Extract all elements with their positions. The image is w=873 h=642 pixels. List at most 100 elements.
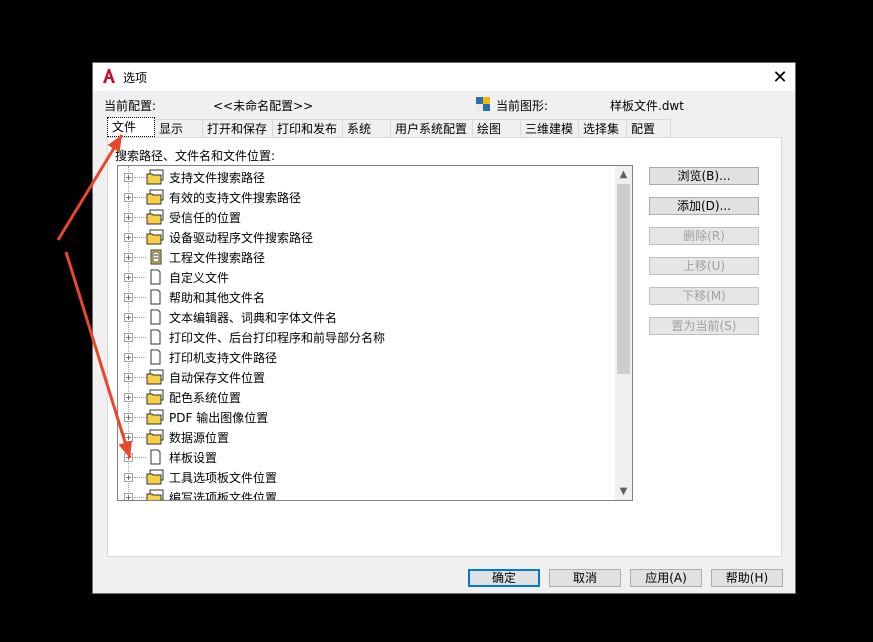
document-icon — [146, 329, 164, 345]
tree-item-label: 帮助和其他文件名 — [169, 291, 266, 305]
tab-open-save[interactable]: 打开和保存 — [203, 119, 273, 137]
document-icon — [146, 309, 164, 325]
folder-stack-icon — [146, 169, 164, 185]
tree-item-label: PDF 输出图像位置 — [169, 411, 269, 425]
expand-plus-icon[interactable]: + — [124, 353, 133, 362]
set-current-button[interactable]: 置为当前(S) — [649, 317, 759, 335]
title-bar[interactable]: 选项 ✕ — [93, 63, 795, 91]
tab-files[interactable]: 文件 — [107, 117, 155, 137]
move-down-button[interactable]: 下移(M) — [649, 287, 759, 305]
window-title: 选项 — [123, 71, 148, 85]
folder-stack-icon — [146, 189, 164, 205]
current-profile-label: 当前配置: — [104, 99, 157, 113]
tree-item-label: 打印文件、后台打印程序和前导部分名称 — [169, 331, 386, 345]
document-icon — [146, 289, 164, 305]
tree-item-label: 自定义文件 — [169, 271, 230, 285]
tree-item[interactable]: + 工程文件搜索路径 — [118, 247, 613, 267]
tab-user-preferences[interactable]: 用户系统配置 — [391, 119, 473, 137]
expand-plus-icon[interactable]: + — [124, 333, 133, 342]
expand-plus-icon[interactable]: + — [124, 273, 133, 282]
tab-profiles[interactable]: 配置 — [627, 119, 671, 137]
tree-item[interactable]: + 受信任的位置 — [118, 207, 613, 227]
scroll-up-icon[interactable]: ▲ — [615, 166, 632, 183]
help-button[interactable]: 帮助(H) — [711, 569, 783, 587]
tree-item[interactable]: + 帮助和其他文件名 — [118, 287, 613, 307]
tab-system[interactable]: 系统 — [343, 119, 391, 137]
close-button[interactable]: ✕ — [765, 63, 795, 91]
tree-connector — [134, 177, 146, 178]
expand-plus-icon[interactable]: + — [124, 413, 133, 422]
tree-item[interactable]: + 编写选项板文件位置 — [118, 487, 613, 501]
apply-button[interactable]: 应用(A) — [630, 569, 702, 587]
expand-plus-icon[interactable]: + — [124, 233, 133, 242]
tree-item[interactable]: + 支持文件搜索路径 — [118, 167, 613, 187]
expand-plus-icon[interactable]: + — [124, 293, 133, 302]
folder-stack-icon — [146, 209, 164, 225]
document-icon — [146, 449, 164, 465]
tree-connector — [134, 437, 146, 438]
scroll-down-icon[interactable]: ▼ — [615, 483, 632, 500]
tab-drafting[interactable]: 绘图 — [473, 119, 521, 137]
tab-selection[interactable]: 选择集 — [579, 119, 627, 137]
tree-item[interactable]: + PDF 输出图像位置 — [118, 407, 613, 427]
tree-item-label: 样板设置 — [169, 451, 218, 465]
tree-connector — [134, 497, 146, 498]
options-dialog: 选项 ✕ 当前配置: <<未命名配置>> 当前图形: 样板文件.dwt 文件 显… — [92, 62, 796, 594]
close-icon: ✕ — [772, 66, 788, 88]
add-button[interactable]: 添加(D)... — [649, 197, 759, 215]
tree-item-label: 数据源位置 — [169, 431, 230, 445]
expand-plus-icon[interactable]: + — [124, 433, 133, 442]
tree-item[interactable]: + 自动保存文件位置 — [118, 367, 613, 387]
tree-connector — [134, 417, 146, 418]
drawing-icon — [476, 97, 490, 111]
tab-3d-modeling[interactable]: 三维建模 — [521, 119, 579, 137]
tree-item-label: 工程文件搜索路径 — [169, 251, 266, 265]
expand-plus-icon[interactable]: + — [124, 373, 133, 382]
expand-plus-icon[interactable]: + — [124, 473, 133, 482]
search-path-tree[interactable]: ▲ ▼ + 支持文件搜索路径 + 有效的支持文件搜索路径 + 受信任的位置 + 设备驱动程序文… — [117, 165, 633, 501]
folder-stack-icon — [146, 429, 164, 445]
tree-item[interactable]: + 样板设置 — [118, 447, 613, 467]
tab-plot-publish[interactable]: 打印和发布 — [273, 119, 343, 137]
folder-stack-icon — [146, 409, 164, 425]
browse-button[interactable]: 浏览(B)... — [649, 167, 759, 185]
tree-connector — [134, 457, 146, 458]
expand-plus-icon[interactable]: + — [124, 313, 133, 322]
tree-scrollbar[interactable]: ▲ ▼ — [615, 166, 632, 500]
folder-stack-icon — [146, 469, 164, 485]
tree-item[interactable]: + 工具选项板文件位置 — [118, 467, 613, 487]
tree-item-label: 打印机支持文件路径 — [169, 351, 278, 365]
expand-plus-icon[interactable]: + — [124, 213, 133, 222]
tree-item[interactable]: + 打印机支持文件路径 — [118, 347, 613, 367]
expand-plus-icon[interactable]: + — [124, 193, 133, 202]
expand-plus-icon[interactable]: + — [124, 453, 133, 462]
current-drawing-label: 当前图形: — [496, 99, 549, 113]
tree-item-label: 编写选项板文件位置 — [169, 491, 278, 501]
remove-button[interactable]: 删除(R) — [649, 227, 759, 245]
tree-connector — [134, 357, 146, 358]
folder-stack-icon — [146, 229, 164, 245]
tree-item[interactable]: + 配色系统位置 — [118, 387, 613, 407]
cancel-button[interactable]: 取消 — [549, 569, 621, 587]
tree-connector — [134, 277, 146, 278]
expand-plus-icon[interactable]: + — [124, 493, 133, 500]
tree-item[interactable]: + 打印文件、后台打印程序和前导部分名称 — [118, 327, 613, 347]
tree-connector — [134, 237, 146, 238]
tree-item[interactable]: + 文本编辑器、词典和字体文件名 — [118, 307, 613, 327]
tree-connector — [134, 217, 146, 218]
ok-button[interactable]: 确定 — [468, 569, 540, 587]
folder-stack-icon — [146, 489, 164, 500]
expand-plus-icon[interactable]: + — [124, 253, 133, 262]
move-up-button[interactable]: 上移(U) — [649, 257, 759, 275]
scroll-thumb[interactable] — [617, 184, 630, 374]
tree-item[interactable]: + 有效的支持文件搜索路径 — [118, 187, 613, 207]
expand-plus-icon[interactable]: + — [124, 393, 133, 402]
tree-item-label: 支持文件搜索路径 — [169, 171, 266, 185]
tab-display[interactable]: 显示 — [155, 119, 203, 137]
tree-item[interactable]: + 自定义文件 — [118, 267, 613, 287]
tree-item[interactable]: + 数据源位置 — [118, 427, 613, 447]
tree-item-label: 工具选项板文件位置 — [169, 471, 278, 485]
document-icon — [146, 269, 164, 285]
tree-item[interactable]: + 设备驱动程序文件搜索路径 — [118, 227, 613, 247]
expand-plus-icon[interactable]: + — [124, 173, 133, 182]
